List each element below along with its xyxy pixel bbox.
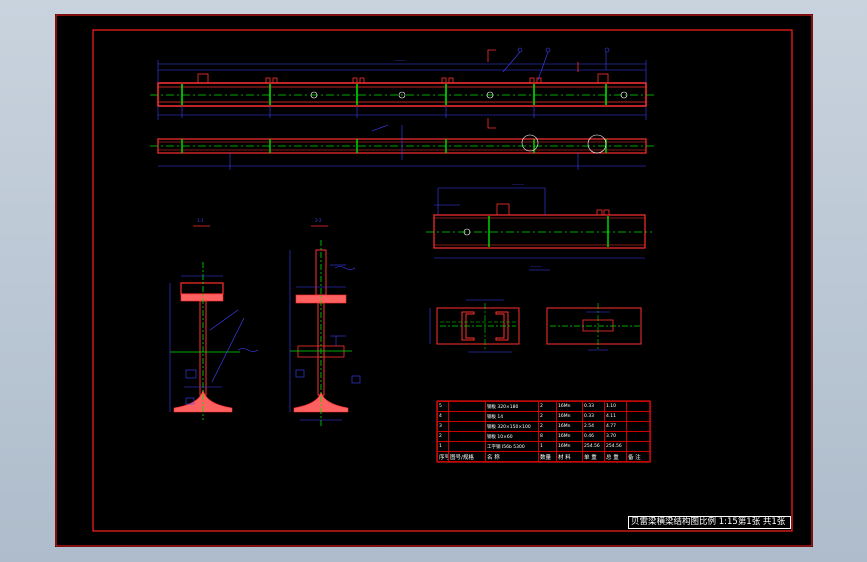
- channel-detail-views: [429, 299, 642, 353]
- bom-row: 4 钢板 14 2 16Mn 0.33 4.11: [437, 411, 651, 422]
- bom-row: 3 钢板 320×150×100 2 16Mn 2.54 4.77: [437, 421, 651, 432]
- bom-row: 2 钢板 10×60 8 16Mn 0.46 3.70: [437, 431, 651, 442]
- svg-text:1-1: 1-1: [197, 218, 204, 223]
- svg-text:────: ────: [394, 58, 405, 63]
- drawing-canvas: ──── 1-1 2-2 ——— ———: [55, 14, 813, 547]
- title-block: 贝雷梁横梁结构图比例 1:15第1张 共1张: [628, 516, 791, 529]
- detail-view: ——— ———: [426, 182, 652, 271]
- svg-text:2-2: 2-2: [315, 218, 322, 223]
- svg-text:———: ———: [512, 182, 524, 187]
- bill-of-materials-table: 5 钢板 320×180 2 16Mn 0.33 1.10 4 钢板 14 2 16M…: [437, 401, 651, 462]
- bom-row: 1 工字钢 I56b 5300 1 16Mn 254.56 254.56: [437, 441, 651, 452]
- section-view-left: 1-1: [169, 218, 259, 420]
- bom-row: 5 钢板 320×180 2 16Mn 0.33 1.10: [437, 401, 651, 412]
- beam-plan-view: [150, 124, 656, 170]
- beam-elevation-view: ────: [150, 47, 656, 129]
- section-view-right: 2-2: [289, 218, 361, 428]
- svg-text:———: ———: [530, 264, 542, 269]
- bom-header-row: 序号图号/规格 名 称数量 材 料单 重 总 重备 注: [437, 451, 651, 462]
